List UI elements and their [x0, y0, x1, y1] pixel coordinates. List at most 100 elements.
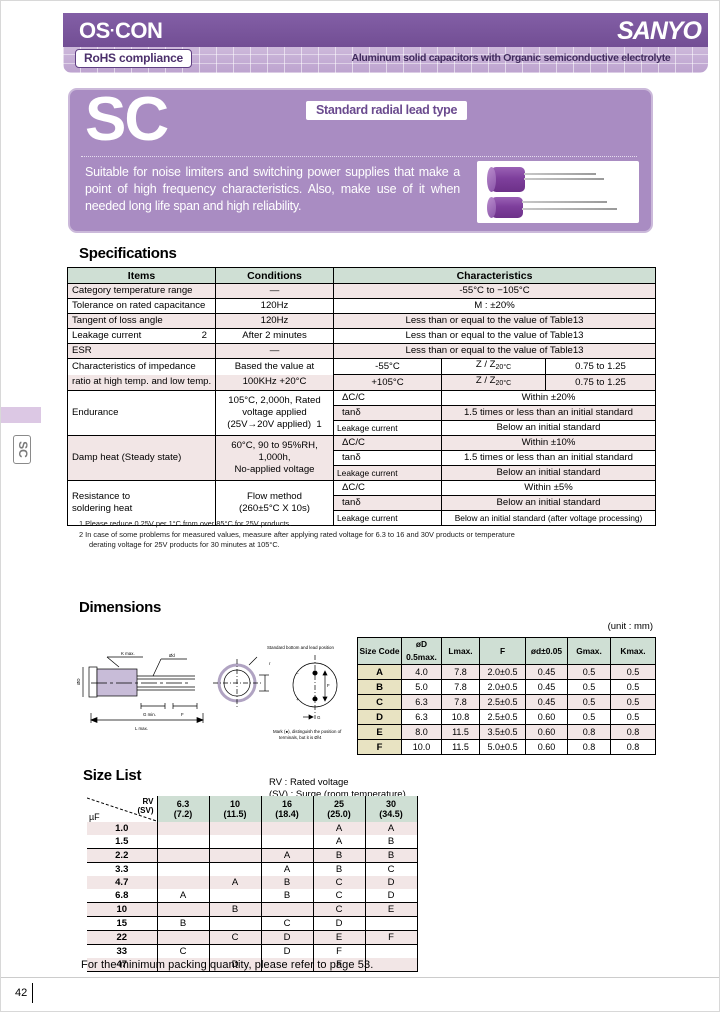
damp-param: ΔC/C: [333, 435, 442, 451]
oscon-brand-logo: OS·CON: [79, 18, 163, 44]
dim-size-code: B: [357, 679, 402, 695]
corner-sv: (SV): [137, 806, 154, 815]
dimension-drawing-svg: K max. Ød ØD G min. F L max. r Standard …: [77, 645, 342, 740]
series-description: Suitable for noise limiters and switchin…: [85, 165, 460, 213]
dim-L: 7.8: [441, 679, 480, 695]
soldering-cond-line2: (260±5°C X 10s): [239, 503, 310, 514]
capacitor-1-body: [491, 167, 525, 192]
spec-item-footnote-ref: 2: [201, 330, 207, 341]
size-cell: [156, 848, 209, 863]
table-row: 4.7 A B C D: [87, 876, 418, 889]
table-row: Characteristics of impedance Based the v…: [67, 358, 657, 375]
sanyo-company-logo: SANYO: [617, 17, 702, 45]
spec-item: Tolerance on rated capacitance: [67, 298, 216, 314]
specifications-table: Items Conditions Characteristics Categor…: [67, 267, 657, 526]
table-row: Leakage current 2 After 2 minutes Less t…: [67, 328, 657, 344]
drawing-label-polarity-title: Standard bottom and lead position: [267, 645, 334, 650]
size-cell: D: [364, 889, 418, 903]
size-cell: B: [156, 916, 209, 931]
table-row: Category temperature range — -55°C to −1…: [67, 283, 657, 299]
datasheet-page: OS·CON SANYO RoHS compliance Aluminum so…: [0, 0, 720, 1012]
dim-L: 10.8: [441, 709, 480, 725]
size-cell: B: [364, 848, 418, 863]
spec-item-damp-heat: Damp heat (Steady state): [67, 435, 216, 481]
spec-condition-damp-heat: 60°C, 90 to 95%RH, 1,000h, No-applied vo…: [215, 435, 334, 481]
size-cell: A: [364, 822, 418, 835]
size-cell: C: [208, 930, 261, 945]
size-cell: C: [156, 944, 209, 958]
drawing-label-D: ØD: [77, 678, 81, 685]
voltage-rv: 16: [281, 799, 292, 809]
spec-header-row: Items Conditions Characteristics: [67, 267, 657, 284]
dimensions-title: Dimensions: [79, 599, 162, 616]
page-number: 42: [15, 987, 28, 999]
dim-G: 0.5: [567, 709, 611, 725]
size-cell: C: [312, 902, 365, 917]
table-row: Tolerance on rated capacitance 120Hz M :…: [67, 298, 657, 314]
corner-rv-labels: RV (SV): [138, 797, 154, 815]
footnote-1: 1 Please reduce 0.25V per 1°C from over …: [79, 519, 292, 528]
size-col-voltage: 25 (25.0): [312, 796, 365, 822]
table-row: F 10.0 11.5 5.0±0.5 0.60 0.8 0.8: [357, 739, 656, 755]
endurance-result: Below an initial standard: [440, 420, 657, 436]
size-list-body: 1.0 A A 1.5 A B 2.2 A B B 3.3 A B C 4.7 A B C D 6.8 A B C D 10 B C…: [87, 822, 418, 972]
dim-G: 0.5: [567, 694, 611, 710]
dim-L: 11.5: [441, 739, 480, 755]
corner-rv: RV: [142, 797, 154, 806]
size-cell: [208, 862, 261, 876]
size-row-capacitance: 6.8: [115, 889, 129, 901]
table-row: A 4.0 7.8 2.0±0.5 0.45 0.5 0.5: [357, 664, 656, 680]
size-cell: C: [364, 862, 418, 876]
spec-item: Tangent of loss angle: [67, 313, 216, 329]
dim-D: 10.0: [401, 739, 442, 755]
page-number-rule: [32, 983, 33, 1003]
table-row: E 8.0 11.5 3.5±0.5 0.60 0.8 0.8: [357, 724, 656, 740]
size-row-capacitance: 1.5: [115, 835, 129, 847]
table-row: 22 C D E F: [87, 930, 418, 945]
size-cell: D: [364, 876, 418, 889]
dim-G: 0.8: [567, 724, 611, 740]
oscon-logo-right: CON: [114, 18, 163, 43]
voltage-sv: (34.5): [379, 809, 403, 819]
dim-K: 0.5: [610, 679, 656, 695]
legend-rv: RV : Rated voltage: [269, 777, 349, 788]
spec-col-characteristics: Characteristics: [332, 267, 657, 284]
drawing-label-r: r: [269, 661, 271, 666]
endurance-param: tanδ: [333, 405, 442, 421]
endurance-param: ΔC/C: [333, 390, 442, 406]
dim-size-code: D: [357, 709, 402, 725]
product-photo: [477, 161, 639, 223]
soldering-param: tanδ: [333, 495, 442, 511]
dim-col-f: F: [479, 637, 526, 665]
packing-quantity-note: For the minimum packing quantity, please…: [81, 959, 374, 971]
dim-K: 0.5: [610, 664, 656, 680]
table-row: Endurance 105°C, 2,000h, Rated voltage a…: [67, 390, 657, 436]
soldering-result: Below an initial standard: [440, 495, 657, 511]
capacitor-1-top: [487, 167, 496, 192]
soldering-item-line2: soldering heat: [72, 503, 133, 514]
voltage-rv: 25: [333, 799, 344, 809]
spec-impedance-ratio: Z / Z20°C: [441, 358, 546, 375]
spec-item: Category temperature range: [67, 283, 216, 299]
spec-characteristic: M : ±20%: [332, 298, 657, 314]
dim-D: 6.3: [401, 709, 442, 725]
spec-col-conditions: Conditions: [215, 267, 334, 284]
size-cell: [208, 822, 261, 835]
endurance-result: 1.5 times or less than an initial standa…: [440, 405, 657, 421]
size-cell: A: [156, 889, 209, 903]
size-cell: B: [208, 902, 261, 917]
size-cell: [364, 916, 418, 931]
dim-d: 0.60: [525, 739, 568, 755]
spec-item-impedance-l2: ratio at high temp. and low temp.: [67, 374, 216, 391]
size-cell: A: [260, 848, 313, 863]
table-row: C 6.3 7.8 2.5±0.5 0.45 0.5 0.5: [357, 694, 656, 710]
spec-characteristic: Less than or equal to the value of Table…: [332, 313, 657, 329]
impedance-ratio-text: Z / Z: [475, 359, 496, 370]
voltage-sv: (11.5): [223, 809, 247, 819]
size-row-capacitance: 10: [87, 902, 157, 917]
table-row: 1.5 A B: [87, 835, 418, 849]
size-cell: A: [312, 822, 365, 835]
spec-condition: After 2 minutes: [215, 328, 334, 344]
capacitor-2-lead-a: [522, 201, 607, 203]
spec-col-items: Items: [67, 267, 216, 284]
